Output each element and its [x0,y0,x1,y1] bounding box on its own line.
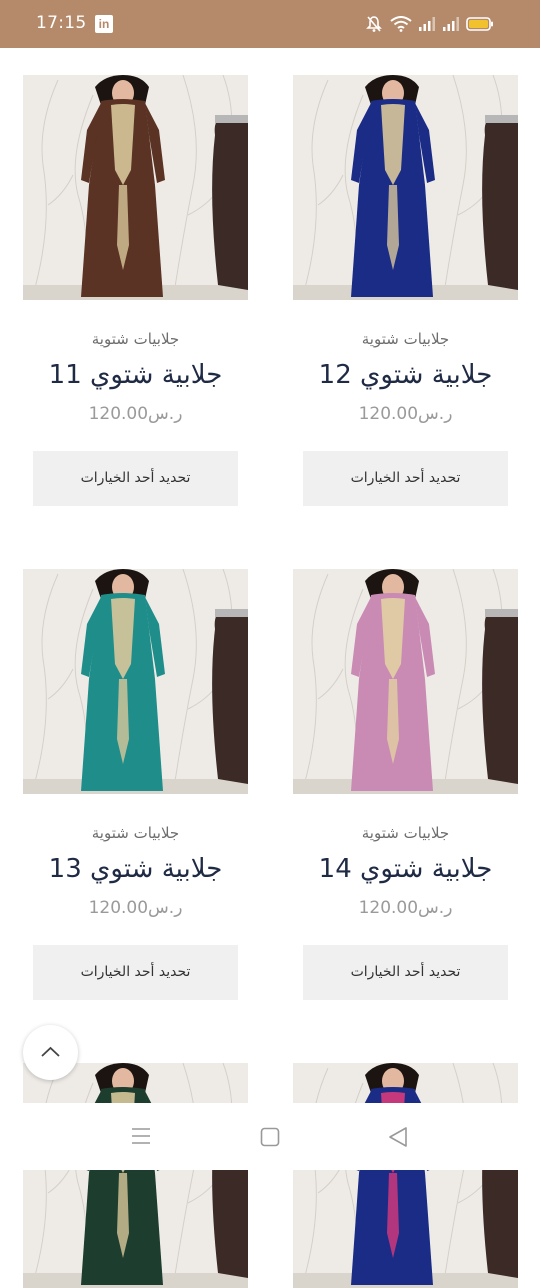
product-image[interactable] [293,75,518,300]
menu-icon[interactable] [131,1127,151,1145]
battery-icon [466,17,493,31]
product-price: 120.00ر.س [88,898,183,918]
product-image[interactable] [293,569,518,794]
back-triangle-icon[interactable] [387,1126,409,1148]
product-price: 120.00ر.س [358,898,453,918]
product-title[interactable]: جلابية شتوي 12 [293,360,518,390]
signal-icon [443,17,459,31]
signal-icon [419,17,435,31]
status-time: 17:15 [36,13,87,33]
product-title[interactable]: جلابية شتوي 14 [293,854,518,884]
wifi-icon [390,16,412,32]
linkedin-icon: in [95,15,113,33]
product-title[interactable]: جلابية شتوي 11 [23,360,248,390]
product-category[interactable]: جلابيات شتوية [293,330,518,348]
product-image[interactable] [293,1063,518,1288]
mute-bell-icon [366,16,382,32]
product-image[interactable] [23,1063,248,1288]
scroll-to-top-button[interactable] [23,1025,78,1080]
status-bar: 17:15 in [0,0,540,48]
select-options-button[interactable]: تحديد أحد الخيارات [33,945,238,1000]
status-icons [366,14,506,34]
select-options-button[interactable]: تحديد أحد الخيارات [303,451,508,506]
product-category[interactable]: جلابيات شتوية [293,824,518,842]
product-category[interactable]: جلابيات شتوية [23,330,248,348]
select-options-button[interactable]: تحديد أحد الخيارات [33,451,238,506]
home-square-icon[interactable] [260,1127,280,1147]
product-title[interactable]: جلابية شتوي 13 [23,854,248,884]
navigation-bar [0,1103,540,1170]
select-options-button[interactable]: تحديد أحد الخيارات [303,945,508,1000]
product-price: 120.00ر.س [358,404,453,424]
chevron-up-icon [41,1046,60,1057]
product-price: 120.00ر.س [88,404,183,424]
product-image[interactable] [23,569,248,794]
product-image[interactable] [23,75,248,300]
product-category[interactable]: جلابيات شتوية [23,824,248,842]
